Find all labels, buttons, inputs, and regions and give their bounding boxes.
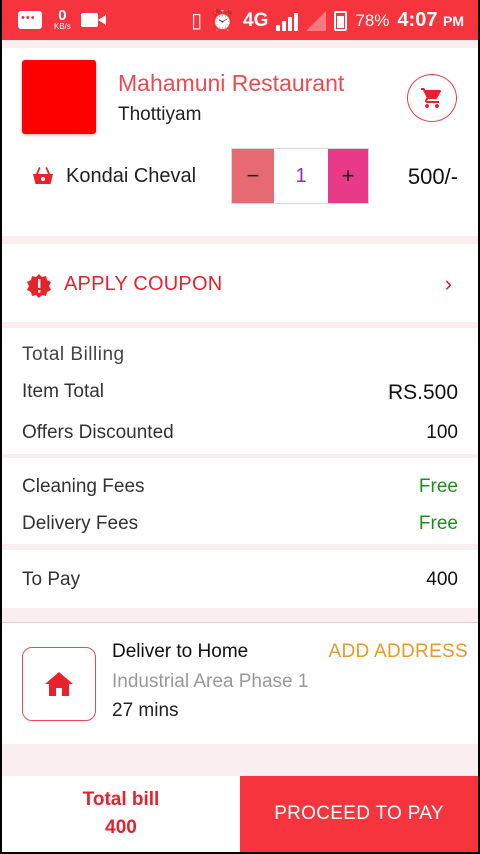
net-speed: 0 KB/s (54, 8, 71, 31)
delivery-eta: 27 mins (112, 700, 179, 721)
status-bar: 0 KB/s ▯ ⏰ 4G 78% 4:07 PM (2, 0, 478, 40)
item-name: Kondai Cheval (66, 165, 197, 187)
delivery-address: Industrial Area Phase 1 (112, 671, 309, 692)
billing-title: Total Billing (22, 344, 125, 365)
billing-card: Total Billing Item Total RS.500 Offers D… (2, 328, 478, 454)
apply-coupon-row[interactable]: APPLY COUPON › (2, 244, 478, 322)
restaurant-name: Mahamuni Restaurant (118, 70, 345, 96)
total-bill-value: 400 (105, 817, 137, 838)
delivery-fees-value: Free (418, 513, 458, 534)
total-bill-label: Total bill (82, 789, 160, 810)
offers-label: Offers Discounted (22, 422, 174, 443)
item-price: 500/- (407, 164, 458, 189)
chevron-right-icon: › (444, 271, 452, 296)
to-pay-card: To Pay 400 (2, 550, 478, 608)
alarm-icon: ⏰ (210, 10, 236, 32)
restaurant-location: Thottiyam (118, 104, 202, 125)
home-icon (45, 672, 73, 696)
battery-icon (334, 10, 348, 31)
checkout-bar: Total bill 400 PROCEED TO PAY (2, 776, 478, 852)
total-bill: Total bill 400 (2, 776, 240, 852)
home-address-button[interactable] (22, 647, 96, 721)
fees-card: Cleaning Fees Free Delivery Fees Free (2, 458, 478, 544)
cart-button[interactable] (407, 74, 457, 122)
cart-icon (421, 88, 442, 108)
to-pay-value: 400 (426, 569, 458, 590)
add-address-button[interactable]: ADD ADDRESS (328, 641, 468, 663)
quantity-value: 1 (274, 149, 328, 203)
signal-icon (276, 11, 299, 31)
cleaning-fees-label: Cleaning Fees (22, 476, 145, 497)
vibrate-icon: ▯ (191, 10, 203, 32)
restaurant-card: Mahamuni Restaurant Thottiyam Kondai Che… (2, 48, 478, 236)
battery-percent: 78% (355, 10, 390, 30)
increase-quantity-button[interactable]: + (328, 149, 368, 203)
video-camera-icon (80, 12, 107, 28)
cart-item: Kondai Cheval − 1 + 500/- (2, 148, 478, 204)
quantity-stepper: − 1 + (231, 148, 369, 204)
delivery-address-card: Deliver to Home Industrial Area Phase 1 … (2, 622, 478, 744)
message-icon (18, 10, 42, 29)
net-speed-value: 0 (58, 7, 67, 24)
to-pay-label: To Pay (22, 569, 81, 590)
clock-time: 4:07 (397, 9, 438, 31)
basket-icon (33, 167, 53, 184)
delivery-fees-row: Delivery Fees Free (22, 513, 458, 535)
coupon-badge-icon (27, 274, 51, 298)
cleaning-fees-row: Cleaning Fees Free (22, 476, 458, 498)
apply-coupon-label: APPLY COUPON (64, 273, 223, 295)
clock: 4:07 PM (397, 9, 464, 32)
delivery-title: Deliver to Home (112, 641, 249, 662)
net-speed-unit: KB/s (54, 22, 71, 31)
signal-secondary-icon (306, 10, 327, 31)
decrease-quantity-button[interactable]: − (232, 149, 274, 203)
offers-value: 100 (426, 422, 458, 443)
offers-row: Offers Discounted 100 (22, 422, 458, 444)
screen: 0 KB/s ▯ ⏰ 4G 78% 4:07 PM Mahamuni Resta… (2, 0, 478, 852)
network-type: 4G (243, 9, 269, 31)
item-total-value: RS.500 (387, 381, 458, 404)
restaurant-image (22, 60, 96, 134)
proceed-to-pay-button[interactable]: PROCEED TO PAY (240, 776, 478, 852)
to-pay-row: To Pay 400 (22, 569, 458, 591)
clock-suffix: PM (443, 13, 464, 29)
delivery-fees-label: Delivery Fees (22, 513, 139, 534)
cleaning-fees-value: Free (418, 476, 458, 497)
item-total-row: Item Total RS.500 (22, 381, 458, 405)
item-total-label: Item Total (22, 381, 105, 402)
